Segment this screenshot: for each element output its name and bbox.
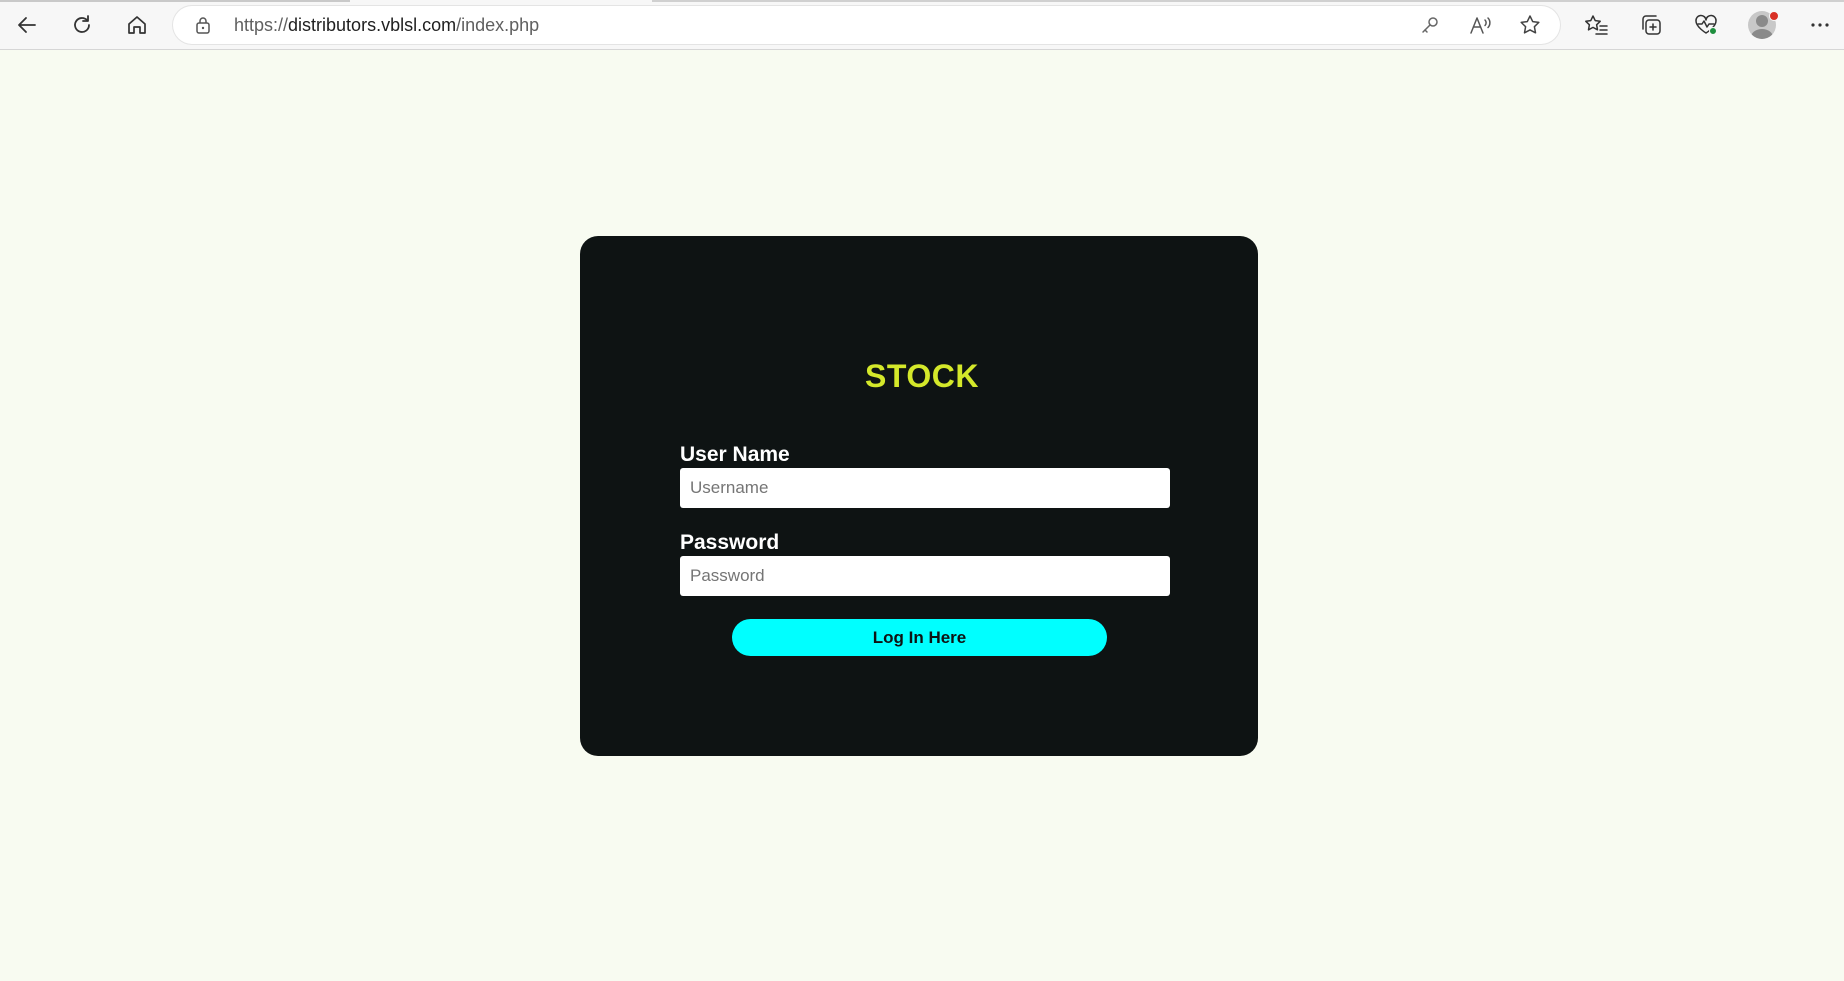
lock-icon[interactable] (193, 15, 213, 35)
url-scheme: https:// (234, 15, 289, 35)
back-arrow-icon (15, 13, 39, 37)
avatar-body-shape (1751, 29, 1773, 39)
password-input[interactable] (680, 556, 1170, 596)
favorites-icon[interactable] (1580, 9, 1612, 41)
browser-toolbar: https://distributors.vblsl.com/index.php (0, 0, 1844, 50)
tab-strip-edge (0, 0, 350, 2)
username-label: User Name (680, 443, 790, 466)
address-bar[interactable]: https://distributors.vblsl.com/index.php (173, 6, 1560, 44)
avatar-head-shape (1756, 15, 1768, 27)
login-button[interactable]: Log In Here (732, 619, 1107, 656)
collections-icon[interactable] (1635, 9, 1667, 41)
refresh-button[interactable] (64, 7, 100, 43)
home-button[interactable] (119, 7, 155, 43)
heart-pulse-icon[interactable] (1690, 9, 1722, 41)
home-icon (125, 13, 149, 37)
url-path: /index.php (456, 15, 540, 35)
back-button[interactable] (9, 7, 45, 43)
tab-strip-edge (652, 0, 1844, 2)
star-icon[interactable] (1518, 13, 1542, 37)
username-input[interactable] (680, 468, 1170, 508)
url-text[interactable]: https://distributors.vblsl.com/index.php (234, 15, 539, 35)
key-icon[interactable] (1418, 13, 1442, 37)
url-host: distributors.vblsl.com (288, 15, 457, 35)
page-title: STOCK (865, 358, 979, 394)
refresh-icon (70, 13, 94, 37)
more-icon[interactable] (1804, 9, 1836, 41)
notification-dot (1769, 11, 1779, 21)
read-aloud-icon[interactable] (1469, 13, 1493, 37)
password-label: Password (680, 531, 780, 554)
